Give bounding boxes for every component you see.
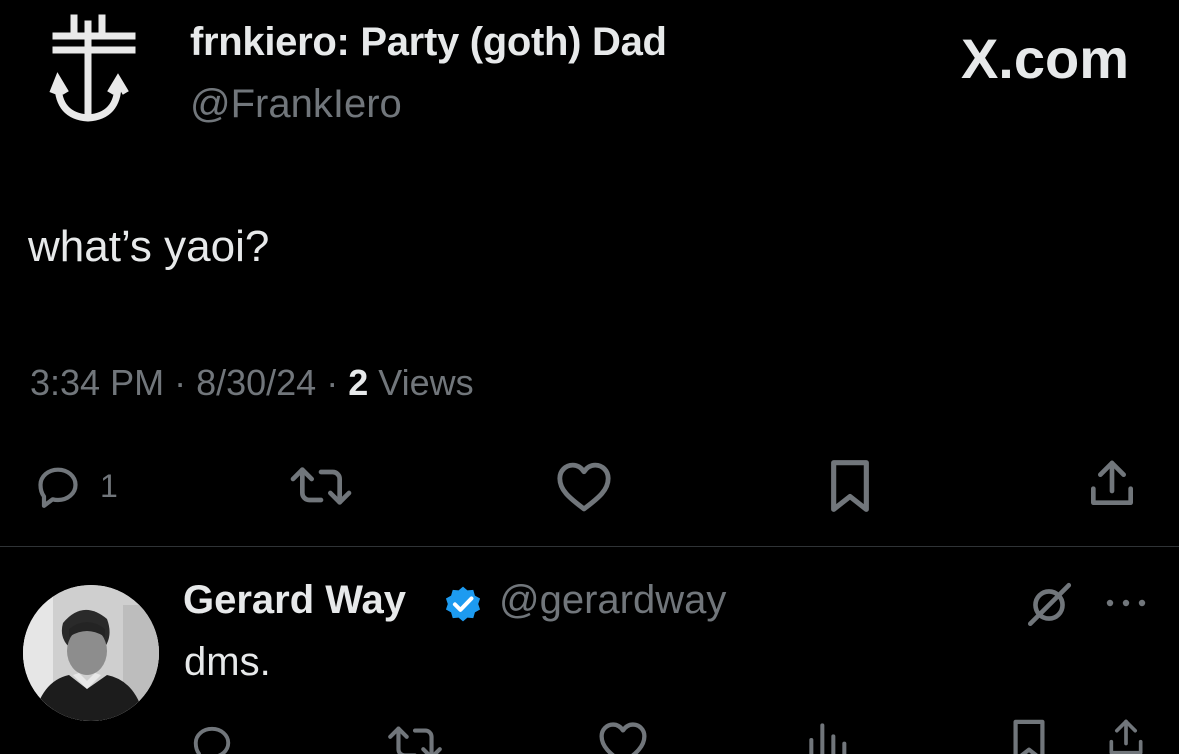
reply-icon — [38, 467, 78, 508]
bookmark-button[interactable] — [824, 458, 876, 514]
anchor-cross-logo-icon — [49, 14, 136, 122]
grok-icon[interactable] — [1024, 580, 1074, 630]
divider — [0, 546, 1179, 547]
meta-separator: · — [326, 362, 349, 403]
person-photo-icon — [23, 585, 159, 721]
meta-separator: · — [174, 362, 197, 403]
views-count: 2 — [348, 362, 379, 403]
reply-button[interactable]: 1 — [30, 458, 118, 514]
bookmark-icon — [831, 460, 869, 512]
heart-icon — [557, 462, 611, 512]
tweet-text: what’s yaoi? — [28, 222, 270, 271]
reply-author-name[interactable]: Gerard Way — [183, 578, 406, 623]
reply-author-handle[interactable]: @gerardway — [499, 578, 726, 623]
reply-retweet-icon[interactable] — [384, 718, 446, 754]
tweet-meta: 3:34 PM · 8/30/24 · 2 Views — [30, 362, 474, 404]
reply-reply-icon[interactable] — [186, 718, 238, 754]
brand-label: X.com — [960, 27, 1129, 90]
retweet-button[interactable] — [286, 458, 356, 514]
author-display-name[interactable]: frnkiero: Party (goth) Dad — [190, 20, 667, 65]
more-options-icon[interactable] — [1102, 591, 1150, 615]
reply-share-icon[interactable] — [1104, 716, 1148, 754]
share-icon — [1091, 460, 1133, 505]
views-analytics-icon[interactable] — [804, 718, 848, 754]
verified-badge-icon[interactable] — [441, 582, 485, 626]
like-button[interactable] — [553, 458, 615, 514]
reply-text: dms. — [184, 640, 271, 684]
reply-author-avatar[interactable] — [23, 585, 159, 721]
reply-heart-icon[interactable] — [596, 718, 650, 754]
retweet-icon — [290, 467, 352, 505]
reply-bookmark-icon[interactable] — [1008, 718, 1050, 754]
views-label: Views — [378, 362, 474, 403]
tweet-time[interactable]: 3:34 PM — [30, 362, 174, 403]
reply-count: 1 — [100, 467, 118, 504]
author-handle[interactable]: @FrankIero — [190, 82, 402, 127]
tweet-date[interactable]: 8/30/24 — [196, 362, 326, 403]
share-button[interactable] — [1084, 456, 1140, 512]
brand-watermark: X.com — [961, 26, 1129, 91]
author-avatar[interactable] — [44, 12, 144, 130]
tweet-screenshot: frnkiero: Party (goth) Dad @FrankIero X.… — [0, 0, 1179, 754]
